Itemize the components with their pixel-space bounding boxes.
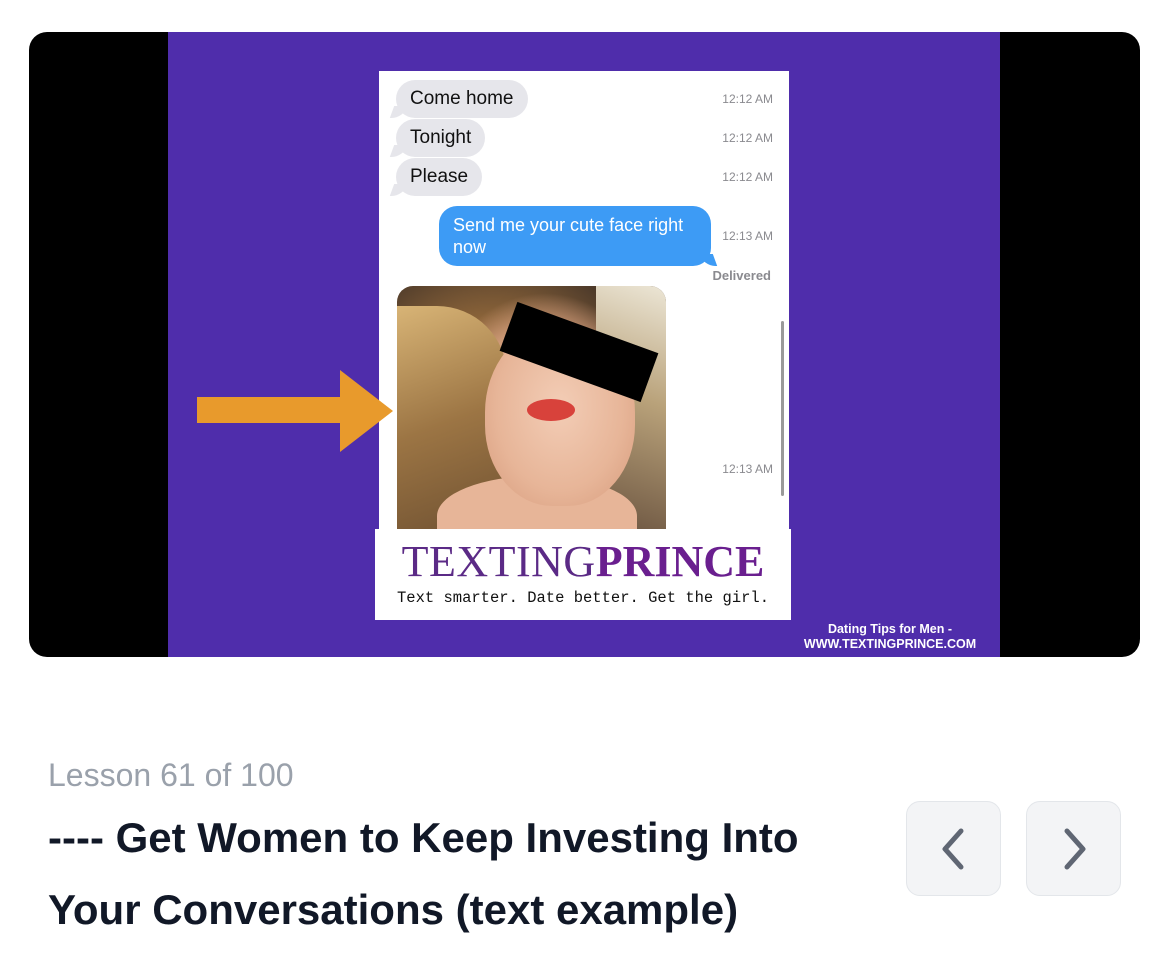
chevron-right-icon	[1064, 828, 1085, 869]
next-lesson-button[interactable]	[1026, 801, 1121, 896]
video-slide: Come home 12:12 AM Tonight 12:12 AM Plea…	[168, 32, 1000, 657]
message-time: 12:13 AM	[722, 229, 773, 243]
previous-lesson-button[interactable]	[906, 801, 1001, 896]
chat-screenshot: Come home 12:12 AM Tonight 12:12 AM Plea…	[379, 71, 789, 530]
sent-message: Send me your cute face right now	[439, 206, 711, 266]
watermark: Dating Tips for Men - WWW.TEXTINGPRINCE.…	[803, 622, 977, 651]
lesson-title: ---- Get Women to Keep Investing Into Yo…	[48, 814, 799, 933]
video-player[interactable]: Come home 12:12 AM Tonight 12:12 AM Plea…	[29, 32, 1140, 657]
received-message: Come home	[396, 80, 528, 118]
brand-logo: TEXTINGPRINCE	[401, 537, 765, 586]
received-message: Please	[396, 158, 483, 196]
message-time: 12:13 AM	[722, 462, 773, 476]
arrow-right-icon	[197, 370, 393, 452]
chat-scrollbar	[781, 321, 784, 496]
lesson-counter: Lesson 61 of 100	[48, 757, 294, 793]
chevron-left-icon	[942, 828, 963, 869]
message-time: 12:12 AM	[722, 131, 773, 145]
message-time: 12:12 AM	[722, 170, 773, 184]
delivered-status: Delivered	[712, 268, 771, 283]
brand-banner: TEXTINGPRINCE Text smarter. Date better.…	[375, 529, 791, 620]
received-message: Tonight	[396, 119, 486, 157]
brand-tagline: Text smarter. Date better. Get the girl.	[396, 589, 770, 607]
message-time: 12:12 AM	[722, 92, 773, 106]
received-photo	[397, 286, 666, 530]
